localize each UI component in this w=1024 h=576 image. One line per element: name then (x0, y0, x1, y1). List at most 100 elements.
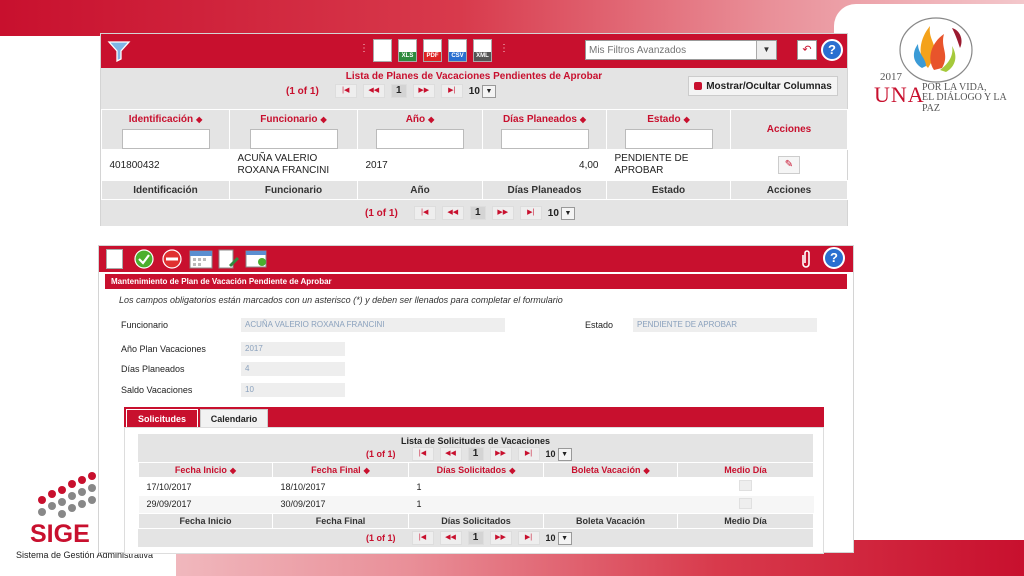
col-header-fecha-final[interactable]: Fecha Final ◆ (272, 462, 409, 478)
chevron-down-icon[interactable]: ▼ (557, 531, 572, 545)
col-header-identificacion[interactable]: Identificación ◆ (101, 109, 230, 150)
edit-pencil-icon[interactable]: ✎ (778, 156, 800, 174)
sort-icon[interactable]: ◆ (196, 115, 202, 124)
pager-current-page[interactable]: 1 (467, 531, 484, 545)
undo-icon[interactable]: ↶ (797, 40, 817, 60)
export-xml-tag: XML (474, 52, 491, 61)
rows-per-page-select[interactable]: 10 ▼ (548, 206, 575, 220)
pager-current-page[interactable]: 1 (390, 84, 407, 98)
tab-calendario[interactable]: Calendario (200, 409, 268, 427)
footer-fecha-inicio: Fecha Inicio (138, 513, 273, 529)
doc-edit-icon[interactable] (217, 249, 239, 269)
sort-icon[interactable]: ◆ (364, 466, 370, 475)
paperclip-icon[interactable] (799, 249, 813, 269)
advanced-filters-input[interactable] (586, 41, 754, 59)
sort-icon[interactable]: ◆ (580, 115, 586, 124)
rows-per-page-select[interactable]: 10 ▼ (546, 447, 572, 461)
col-header-dias-solicitados[interactable]: Días Solicitados ◆ (408, 462, 544, 478)
col-header-label: Días Solicitados (436, 465, 507, 475)
user-calendar-icon[interactable] (245, 249, 269, 269)
help-icon[interactable]: ? (823, 247, 845, 269)
col-header-medio-dia[interactable]: Medio Día (677, 462, 814, 478)
sort-icon[interactable]: ◆ (428, 115, 434, 124)
pager-next-icon[interactable]: ▶▶ (489, 531, 512, 545)
pager-next-icon[interactable]: ▶▶ (412, 84, 435, 98)
footer-identificacion: Identificación (101, 180, 230, 200)
col-header-boleta[interactable]: Boleta Vacación ◆ (543, 462, 678, 478)
chevron-down-icon[interactable]: ▼ (557, 447, 572, 461)
calendar-icon[interactable] (189, 249, 213, 269)
dias-planeados-field[interactable]: 4 (241, 362, 345, 376)
rows-per-page-select[interactable]: 10 ▼ (469, 84, 496, 98)
requests-header-area: Lista de Solicitudes de Vacaciones (1 of… (138, 434, 813, 462)
col-header-fecha-inicio[interactable]: Fecha Inicio ◆ (138, 462, 273, 478)
tab-solicitudes[interactable]: Solicitudes (126, 409, 198, 427)
chevron-down-icon[interactable]: ▼ (481, 84, 496, 98)
col-header-anio[interactable]: Año ◆ (357, 109, 483, 150)
funcionario-field[interactable]: ACUÑA VALERIO ROXANA FRANCINI (241, 318, 505, 332)
pager-last-icon[interactable]: ▶| (517, 531, 540, 545)
saldo-vacaciones-field[interactable]: 10 (241, 383, 345, 397)
sort-icon[interactable]: ◆ (509, 466, 515, 475)
export-csv-tag: CSV (449, 52, 466, 61)
requests-grid: Lista de Solicitudes de Vacaciones (1 of… (138, 434, 814, 547)
chevron-down-icon[interactable]: ▼ (560, 206, 575, 220)
sort-icon[interactable]: ◆ (643, 466, 649, 475)
table-row[interactable]: 29/09/2017 30/09/2017 1 (138, 495, 814, 514)
table-row[interactable]: 401800432 ACUÑA VALERIO ROXANA FRANCINI … (102, 150, 848, 181)
form-title: Mantenimiento de Plan de Vacación Pendie… (105, 274, 847, 289)
estado-field[interactable]: PENDIENTE DE APROBAR (633, 318, 817, 332)
col-header-label: Días Planeados (502, 114, 577, 125)
medio-dia-checkbox[interactable] (739, 480, 752, 492)
table-row[interactable]: 17/10/2017 18/10/2017 1 (139, 478, 814, 496)
chevron-down-icon[interactable]: ▼ (756, 41, 776, 59)
accept-icon[interactable] (133, 249, 155, 269)
pager-next-icon[interactable]: ▶▶ (489, 447, 512, 461)
filter-dias-input[interactable] (500, 129, 589, 149)
requests-caption: Lista de Solicitudes de Vacaciones (400, 436, 551, 446)
pager-prev-icon[interactable]: ◀◀ (439, 531, 462, 545)
cell-fecha-inicio: 29/09/2017 (146, 499, 192, 510)
export-csv-icon[interactable]: CSV (448, 39, 467, 62)
export-xls-icon[interactable]: XLS (398, 39, 417, 62)
sort-icon[interactable]: ◆ (321, 115, 327, 124)
requests-pager-top: (1 of 1) |◀ ◀◀ 1 ▶▶ ▶| 10 ▼ (366, 447, 572, 461)
export-blank-icon[interactable] (373, 39, 392, 62)
sort-icon[interactable]: ◆ (684, 115, 690, 124)
filter-anio-input[interactable] (376, 129, 464, 149)
col-header-dias[interactable]: Días Planeados ◆ (482, 109, 607, 150)
cancel-icon[interactable] (161, 249, 183, 269)
pager-first-icon[interactable]: |◀ (411, 531, 434, 545)
funnel-icon[interactable] (107, 40, 131, 62)
pager-last-icon[interactable]: ▶| (517, 447, 540, 461)
pager-first-icon[interactable]: |◀ (411, 447, 434, 461)
cell-identificacion: 401800432 (109, 159, 160, 171)
sort-icon[interactable]: ◆ (230, 466, 236, 475)
export-pdf-icon[interactable]: PDF (423, 39, 442, 62)
filter-funcionario-input[interactable] (249, 129, 338, 149)
col-header-funcionario[interactable]: Funcionario ◆ (229, 109, 358, 150)
vacation-plan-form-panel: ? Mantenimiento de Plan de Vacación Pend… (98, 245, 854, 554)
list-toolbar: ⋮ XLS PDF CSV XML ⋮ ▼ ↶ ? (101, 34, 847, 68)
col-header-estado[interactable]: Estado ◆ (606, 109, 731, 150)
show-hide-columns-button[interactable]: Mostrar/Ocultar Columnas (688, 76, 838, 96)
rows-per-page-select[interactable]: 10 ▼ (546, 531, 572, 545)
filter-identificacion-input[interactable] (121, 129, 210, 149)
anio-plan-field[interactable]: 2017 (241, 342, 345, 356)
pager-last-icon[interactable]: ▶| (519, 206, 542, 220)
pager-current-page[interactable]: 1 (467, 447, 484, 461)
advanced-filters-select[interactable]: ▼ (585, 40, 777, 60)
filter-estado-input[interactable] (624, 129, 713, 149)
pager-prev-icon[interactable]: ◀◀ (362, 84, 385, 98)
pager-prev-icon[interactable]: ◀◀ (439, 447, 462, 461)
pager-current-page[interactable]: 1 (469, 206, 486, 220)
pager-prev-icon[interactable]: ◀◀ (441, 206, 464, 220)
pager-first-icon[interactable]: |◀ (334, 84, 357, 98)
pager-first-icon[interactable]: |◀ (413, 206, 436, 220)
pager-next-icon[interactable]: ▶▶ (491, 206, 514, 220)
medio-dia-checkbox[interactable] (739, 497, 752, 509)
pager-last-icon[interactable]: ▶| (440, 84, 463, 98)
help-icon[interactable]: ? (821, 39, 843, 61)
new-doc-icon[interactable] (106, 249, 123, 269)
export-xml-icon[interactable]: XML (473, 39, 492, 62)
